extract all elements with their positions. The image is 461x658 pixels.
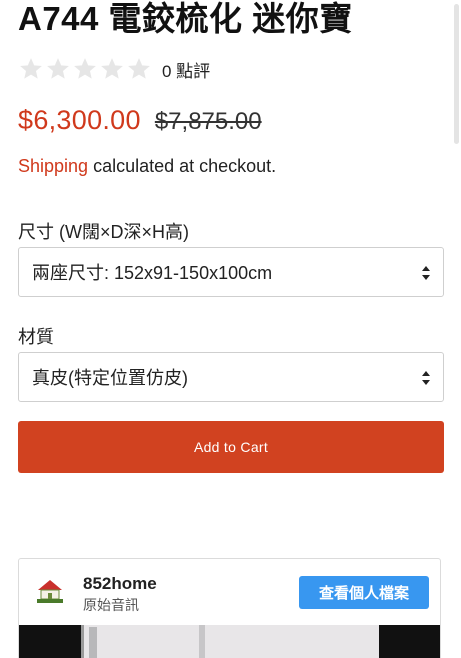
star-icon: [99, 56, 125, 82]
compare-at-price: $7,875.00: [154, 108, 262, 135]
star-icon: [45, 56, 71, 82]
rating-stars: [18, 56, 153, 82]
post-image-wall: [81, 625, 379, 658]
select-arrows-icon: [421, 264, 431, 282]
post-image-frame: [89, 627, 97, 658]
review-count[interactable]: 0 點評: [162, 57, 210, 82]
material-select-value: 真皮(特定位置仿皮): [32, 368, 188, 388]
shipping-note-text: calculated at checkout.: [88, 156, 277, 176]
post-image-frame: [199, 625, 205, 658]
page-scrollbar[interactable]: [454, 4, 459, 144]
select-arrows-icon: [421, 369, 431, 387]
size-select[interactable]: 兩座尺寸: 152x91-150x100cm: [18, 247, 444, 297]
instagram-embed-card: 852home 原始音訊 查看個人檔案: [18, 558, 441, 658]
material-select[interactable]: 真皮(特定位置仿皮): [18, 352, 444, 402]
shipping-note: Shipping calculated at checkout.: [18, 156, 276, 177]
size-select-value: 兩座尺寸: 152x91-150x100cm: [32, 263, 273, 283]
audio-subtitle[interactable]: 原始音訊: [83, 595, 139, 615]
product-rating[interactable]: 0 點評: [18, 56, 210, 82]
shipping-link[interactable]: Shipping: [18, 156, 88, 176]
account-name[interactable]: 852home: [83, 574, 157, 594]
star-icon: [126, 56, 152, 82]
star-icon: [18, 56, 44, 82]
size-option-label: 尺寸 (W闊×D深×H高): [18, 222, 189, 242]
post-image[interactable]: [19, 625, 440, 658]
price-block: $6,300.00 $7,875.00: [18, 105, 262, 136]
material-option-label: 材質: [18, 327, 54, 347]
sale-price: $6,300.00: [18, 105, 141, 135]
view-profile-button[interactable]: 查看個人檔案: [299, 576, 429, 609]
store-logo-icon[interactable]: [35, 577, 65, 605]
add-to-cart-button[interactable]: Add to Cart: [18, 421, 444, 473]
product-title: A744 電鉸梳化 迷你寶: [18, 0, 353, 37]
star-icon: [72, 56, 98, 82]
